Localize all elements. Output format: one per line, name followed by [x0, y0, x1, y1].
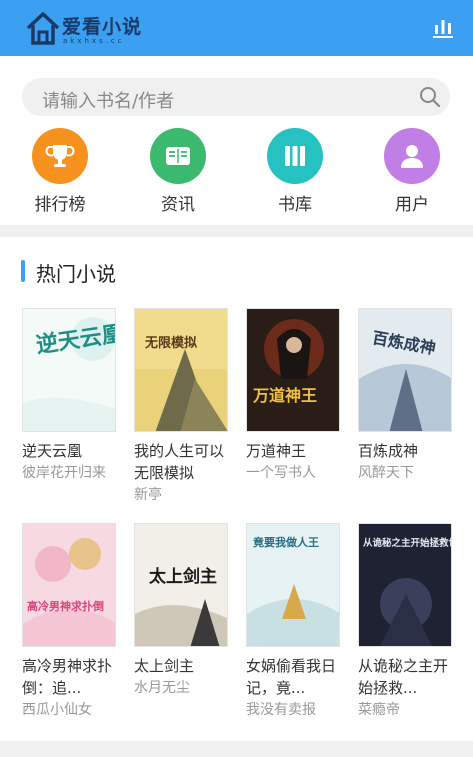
- book-cover[interactable]: 高冷男神求扑倒: [22, 523, 116, 647]
- search-placeholder: 请输入书名/作者: [42, 91, 175, 112]
- section-title: 热门小说: [36, 262, 116, 286]
- logo-subtext: akxhxs.cc: [63, 37, 125, 45]
- nav-user[interactable]: 用户: [367, 128, 457, 215]
- cover-text: 高冷男神求扑倒: [27, 599, 104, 613]
- search-icon[interactable]: [419, 86, 441, 108]
- top-bar: 爱看小说 akxhxs.cc: [0, 0, 473, 56]
- trophy-icon: [32, 128, 88, 184]
- book-title[interactable]: 逆天云凰: [22, 440, 116, 462]
- ranking-chart-icon[interactable]: [432, 17, 454, 39]
- cover-text: 从诡秘之主开始拯救世界: [363, 537, 452, 549]
- book-cover[interactable]: 从诡秘之主开始拯救世界: [358, 523, 452, 647]
- library-icon: [267, 128, 323, 184]
- book-author: 菜瘾帝: [358, 702, 400, 718]
- book-cover[interactable]: 太上剑主: [134, 523, 228, 647]
- book-cover[interactable]: 竟要我做人王: [246, 523, 340, 647]
- book-title[interactable]: 从诡秘之主开始拯救...: [358, 655, 452, 699]
- cover-text: 太上剑主: [149, 566, 217, 587]
- book-title[interactable]: 女娲偷看我日记，竟...: [246, 655, 340, 699]
- nav-news-label: 资讯: [161, 195, 195, 215]
- book-author: 风醉天下: [358, 465, 414, 481]
- book-title[interactable]: 高冷男神求扑倒：追...: [22, 655, 116, 699]
- book-cover[interactable]: 逆天云凰: [22, 308, 116, 432]
- book-title[interactable]: 百炼成神: [358, 440, 452, 462]
- nav-user-label: 用户: [395, 195, 429, 215]
- search-input[interactable]: 请输入书名/作者: [22, 78, 450, 116]
- news-icon: [150, 128, 206, 184]
- book-card[interactable]: 高冷男神求扑倒 高冷男神求扑倒：追... 西瓜小仙女: [22, 523, 116, 721]
- book-card[interactable]: 竟要我做人王 女娲偷看我日记，竟... 我没有卖报: [246, 523, 340, 721]
- nav-ranking[interactable]: 排行榜: [15, 128, 105, 215]
- nav-ranking-label: 排行榜: [34, 195, 86, 215]
- cover-text: 无限模拟: [144, 335, 197, 351]
- book-author: 新亭: [134, 487, 162, 503]
- book-author: 一个写书人: [246, 465, 316, 481]
- book-author: 西瓜小仙女: [22, 702, 92, 718]
- book-card[interactable]: 无限模拟 我的人生可以无限模拟 新亭: [134, 308, 228, 506]
- user-icon: [384, 128, 440, 184]
- book-title[interactable]: 万道神王: [246, 440, 340, 462]
- nav-library-label: 书库: [278, 195, 312, 215]
- book-cover[interactable]: 无限模拟: [134, 308, 228, 432]
- book-card[interactable]: 太上剑主 太上剑主 水月无尘: [134, 523, 228, 699]
- section-accent-bar: [21, 260, 25, 282]
- book-cover[interactable]: 万道神王: [246, 308, 340, 432]
- book-cover[interactable]: 百炼成神: [358, 308, 452, 432]
- book-card[interactable]: 从诡秘之主开始拯救世界 从诡秘之主开始拯救... 菜瘾帝: [358, 523, 452, 721]
- logo-text: 爱看小说: [62, 16, 143, 38]
- nav-library[interactable]: 书库: [250, 128, 340, 215]
- house-logo-icon: [26, 12, 60, 45]
- book-author: 彼岸花开归来: [22, 465, 106, 481]
- book-author: 我没有卖报: [246, 702, 316, 718]
- book-title[interactable]: 我的人生可以无限模拟: [134, 440, 228, 484]
- site-logo[interactable]: 爱看小说 akxhxs.cc: [26, 10, 141, 48]
- book-card[interactable]: 百炼成神 百炼成神 风醉天下: [358, 308, 452, 484]
- cover-text: 万道神王: [252, 386, 317, 405]
- nav-news[interactable]: 资讯: [133, 128, 223, 215]
- book-card[interactable]: 万道神王 万道神王 一个写书人: [246, 308, 340, 484]
- book-author: 水月无尘: [134, 680, 190, 696]
- book-card[interactable]: 逆天云凰 逆天云凰 彼岸花开归来: [22, 308, 116, 484]
- book-title[interactable]: 太上剑主: [134, 655, 228, 677]
- cover-text: 竟要我做人王: [252, 535, 319, 549]
